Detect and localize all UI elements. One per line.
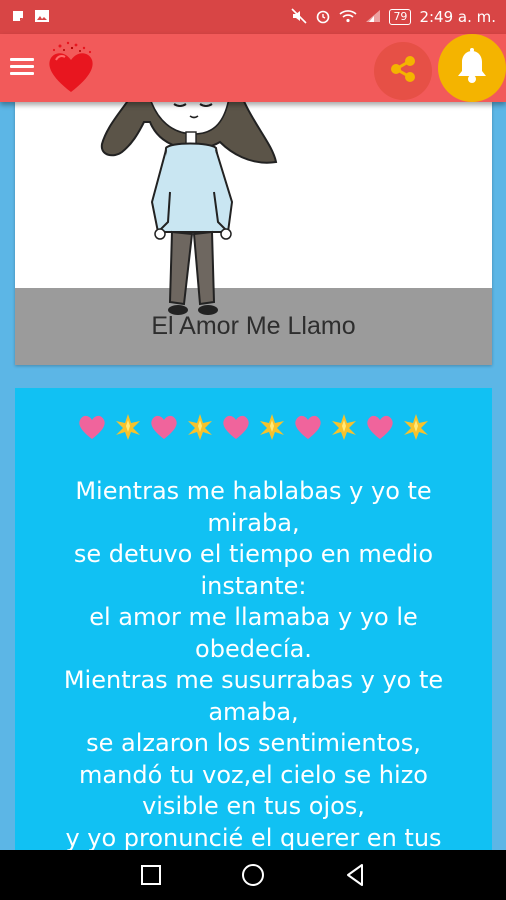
status-bar: 79 2:49 a. m. [0, 0, 506, 34]
bell-icon [454, 47, 490, 89]
back-icon[interactable] [340, 860, 370, 890]
bell-button[interactable] [438, 34, 506, 102]
app-bar [0, 34, 506, 102]
mute-icon [291, 7, 308, 27]
nav-bar [0, 850, 506, 900]
battery-level: 79 [389, 9, 412, 25]
story-card[interactable]: El Amor Me Llamo [15, 102, 492, 365]
recent-apps-icon[interactable] [136, 860, 166, 890]
signal-icon [365, 9, 381, 26]
pink-heart-icon [222, 415, 249, 439]
wifi-icon [339, 9, 357, 26]
pink-heart-icon [294, 415, 321, 439]
poem-card[interactable]: Mientras me hablabas y yo te miraba, se … [15, 388, 492, 850]
glitter-heart-icon [46, 40, 96, 96]
status-left [10, 8, 50, 27]
share-button[interactable] [374, 42, 432, 100]
share-icon [385, 51, 421, 91]
hamburger-menu-icon[interactable] [10, 54, 34, 80]
sparkle-icon [259, 414, 284, 440]
cartoon-girl-illustration [100, 102, 278, 315]
sparkle-icon [187, 414, 212, 440]
notification-icon [10, 8, 26, 27]
alarm-icon [315, 8, 331, 27]
sparkle-icon [115, 414, 140, 440]
clock: 2:49 a. m. [419, 8, 496, 26]
home-icon[interactable] [238, 860, 268, 890]
status-right: 79 2:49 a. m. [291, 7, 496, 27]
poem-text: Mientras me hablabas y yo te miraba, se … [63, 477, 444, 850]
gallery-icon [34, 9, 50, 26]
pink-heart-icon [366, 415, 393, 439]
pink-heart-icon [150, 415, 177, 439]
scroll-content[interactable]: El Amor Me Llamo Mientras me hablabas y … [0, 102, 506, 850]
pink-heart-icon [78, 415, 105, 439]
sparkle-icon [331, 414, 356, 440]
sparkle-icon [403, 414, 428, 440]
emoji-divider [15, 410, 492, 444]
